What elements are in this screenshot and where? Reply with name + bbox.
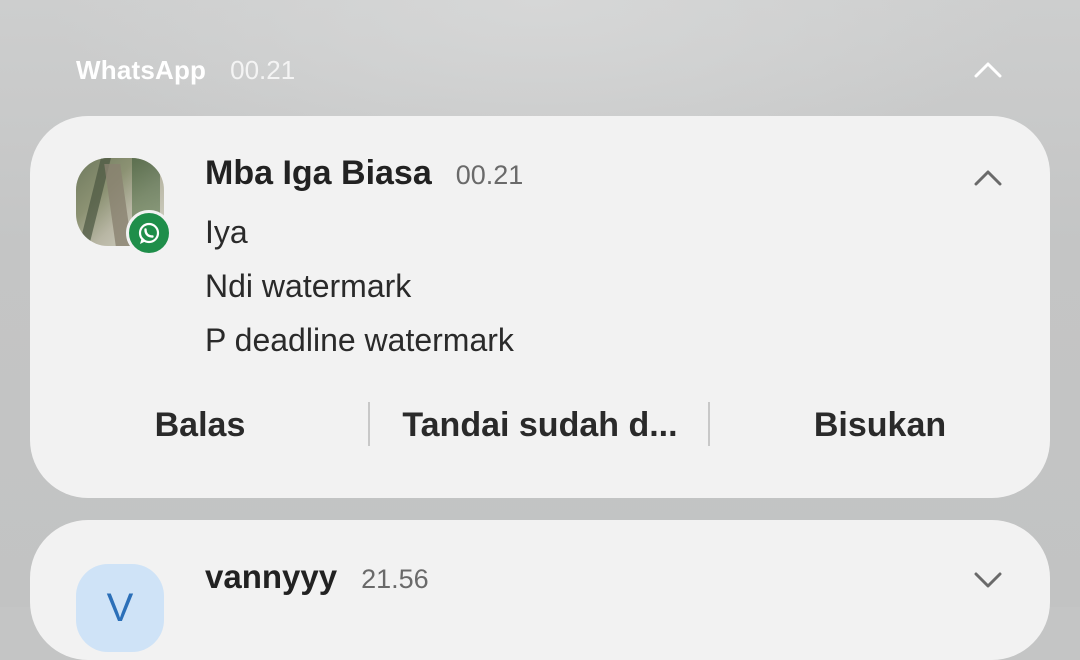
reply-button[interactable]: Balas [30, 402, 370, 448]
notification-card[interactable]: V vannyyy 21.56 [30, 520, 1050, 660]
chevron-down-icon[interactable] [974, 572, 1002, 590]
message-list: Iya Ndi watermark P deadline watermark [205, 212, 514, 374]
sender-row: Mba Iga Biasa 00.21 [205, 154, 523, 198]
divider [368, 402, 370, 446]
action-bar: Balas Tandai sudah d... Bisukan [30, 402, 1050, 448]
avatar: V [76, 564, 164, 652]
app-name: WhatsApp [76, 54, 207, 85]
whatsapp-icon [126, 210, 172, 256]
notification-card[interactable]: Mba Iga Biasa 00.21 Iya Ndi watermark P … [30, 116, 1050, 498]
sender-name: vannyyy [205, 558, 338, 595]
message-text: Ndi watermark [205, 268, 412, 304]
group-time: 00.21 [230, 54, 296, 85]
chevron-up-icon[interactable] [974, 60, 1002, 78]
chevron-up-icon[interactable] [974, 168, 1002, 186]
divider [708, 402, 710, 446]
message-time: 21.56 [361, 564, 429, 594]
message-text: Iya [205, 214, 248, 250]
sender-row: vannyyy 21.56 [205, 558, 429, 602]
message-text: P deadline watermark [205, 322, 514, 358]
message-time: 00.21 [455, 160, 524, 190]
sender-name: Mba Iga Biasa [205, 154, 432, 192]
mute-button[interactable]: Bisukan [710, 402, 1050, 448]
notification-group-header: WhatsApp 00.21 [76, 52, 295, 88]
mark-as-read-button[interactable]: Tandai sudah d... [370, 402, 710, 448]
